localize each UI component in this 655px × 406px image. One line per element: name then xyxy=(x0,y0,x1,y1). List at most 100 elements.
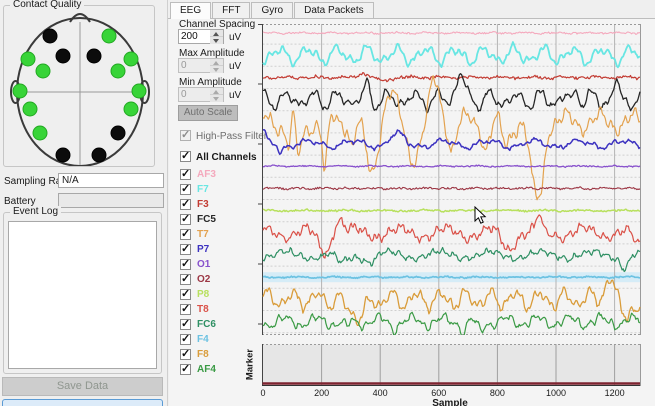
channel-label-o2: O2 xyxy=(197,274,210,285)
up-arrow-icon xyxy=(213,61,219,65)
spin-down-button[interactable] xyxy=(210,37,223,44)
checkmark-icon: ✓ xyxy=(181,287,190,300)
sensor-drl xyxy=(124,102,138,116)
max-amplitude-input[interactable] xyxy=(179,59,211,72)
eeg-trace-f8 xyxy=(263,280,640,325)
all-channels-checkbox[interactable]: ✓ xyxy=(180,151,191,162)
up-arrow-icon xyxy=(213,90,219,94)
channel-checkbox-f4[interactable]: ✓ xyxy=(180,334,191,345)
sensor-af4 xyxy=(102,29,116,43)
checkmark-icon: ✓ xyxy=(181,197,190,210)
spin-up-button[interactable] xyxy=(210,88,223,95)
checkmark-icon: ✓ xyxy=(181,317,190,330)
event-log-title: Event Log xyxy=(10,206,61,217)
eeg-trace-f7 xyxy=(263,42,640,67)
spin-down-button[interactable] xyxy=(210,66,223,73)
sensor-t8 xyxy=(132,84,146,98)
checkmark-icon: ✓ xyxy=(181,257,190,270)
checkmark-icon: ✓ xyxy=(181,212,190,225)
sensor-cms xyxy=(23,102,37,116)
spin-up-button[interactable] xyxy=(210,30,223,37)
auto-scale-button[interactable]: Auto Scale xyxy=(178,105,238,121)
down-arrow-icon xyxy=(213,68,219,72)
tab-fft[interactable]: FFT xyxy=(212,2,250,18)
x-tick-1200: 1200 xyxy=(605,388,625,398)
x-tick-400: 400 xyxy=(373,388,388,398)
sensor-t7 xyxy=(13,84,27,98)
tab-data-packets[interactable]: Data Packets xyxy=(294,2,373,18)
contact-quality-groupbox: Contact Quality xyxy=(3,5,155,167)
sensor-f4 xyxy=(87,49,101,63)
eeg-trace-t7 xyxy=(263,76,640,200)
checkmark-icon: ✓ xyxy=(181,149,190,162)
high-pass-filter-label: High-Pass Filter xyxy=(196,131,267,142)
down-arrow-icon xyxy=(213,39,219,43)
x-tick-200: 200 xyxy=(314,388,329,398)
channel-checkbox-o1[interactable]: ✓ xyxy=(180,259,191,270)
channel-checkbox-f3[interactable]: ✓ xyxy=(180,199,191,210)
channel-label-f7: F7 xyxy=(197,184,209,195)
checkmark-icon: ✓ xyxy=(181,242,190,255)
checkmark-icon: ✓ xyxy=(181,167,190,180)
channel-checkbox-p7[interactable]: ✓ xyxy=(180,244,191,255)
eeg-trace-fc6 xyxy=(263,248,640,272)
channel-checkbox-fc6[interactable]: ✓ xyxy=(180,319,191,330)
channel-label-t8: T8 xyxy=(197,304,209,315)
marker-axis-label: Marker xyxy=(245,343,256,387)
channel-label-fc5: FC5 xyxy=(197,214,216,225)
channel-label-f8: F8 xyxy=(197,349,209,360)
down-arrow-icon xyxy=(213,97,219,101)
channel-checkbox-o2[interactable]: ✓ xyxy=(180,274,191,285)
channel-label-fc6: FC6 xyxy=(197,319,216,330)
spinner-arrows xyxy=(210,88,223,101)
channel-checkbox-f8[interactable]: ✓ xyxy=(180,349,191,360)
x-tick-1000: 1000 xyxy=(546,388,566,398)
high-pass-filter-checkbox[interactable]: ✓ xyxy=(180,130,191,141)
marker-plot xyxy=(258,344,642,388)
sensor-o2 xyxy=(92,148,106,162)
min-amplitude-input[interactable] xyxy=(179,88,211,101)
eeg-trace-f3 xyxy=(263,73,640,82)
checkmark-icon: ✓ xyxy=(181,272,190,285)
sampling-rate-field[interactable] xyxy=(58,173,164,188)
checkmark-icon: ✓ xyxy=(181,332,190,345)
bottom-partial-button[interactable] xyxy=(2,399,163,406)
channel-checkbox-af3[interactable]: ✓ xyxy=(180,169,191,180)
spinner-arrows xyxy=(210,30,223,43)
channel-label-o1: O1 xyxy=(197,259,210,270)
event-log-list[interactable] xyxy=(8,221,157,369)
checkmark-icon: ✓ xyxy=(181,347,190,360)
tab-gyro[interactable]: Gyro xyxy=(251,2,293,18)
channel-checkbox-t8[interactable]: ✓ xyxy=(180,304,191,315)
checkmark-icon: ✓ xyxy=(181,182,190,195)
spin-down-button[interactable] xyxy=(210,95,223,102)
checkmark-icon: ✓ xyxy=(181,302,190,315)
left-panel: Contact Quality Sampling Rate Battery Ev… xyxy=(0,0,168,406)
channel-spacing-spinner[interactable] xyxy=(178,29,224,44)
x-tick-800: 800 xyxy=(490,388,505,398)
min-amplitude-unit: uV xyxy=(229,90,241,101)
battery-field[interactable] xyxy=(58,193,164,208)
eeg-trace-af4 xyxy=(263,312,640,335)
channel-spacing-input[interactable] xyxy=(179,30,211,43)
mouse-cursor xyxy=(474,206,487,225)
x-axis-title: Sample xyxy=(258,398,642,406)
tab-bar: EEGFFTGyroData Packets xyxy=(170,2,375,18)
min-amplitude-spinner[interactable] xyxy=(178,87,224,102)
channel-checkbox-f7[interactable]: ✓ xyxy=(180,184,191,195)
sensor-p8 xyxy=(111,126,125,140)
eeg-trace-af3 xyxy=(263,32,640,35)
max-amplitude-spinner[interactable] xyxy=(178,58,224,73)
save-data-button[interactable]: Save Data xyxy=(2,377,163,396)
channel-checkbox-t7[interactable]: ✓ xyxy=(180,229,191,240)
spin-up-button[interactable] xyxy=(210,59,223,66)
channel-checkbox-af4[interactable]: ✓ xyxy=(180,364,191,375)
sensor-p7 xyxy=(33,126,47,140)
checkmark-icon: ✓ xyxy=(181,362,190,375)
tab-eeg[interactable]: EEG xyxy=(170,2,211,19)
channel-checkbox-p8[interactable]: ✓ xyxy=(180,289,191,300)
channel-checkbox-fc5[interactable]: ✓ xyxy=(180,214,191,225)
eeg-trace-o2 xyxy=(263,187,640,190)
channel-label-f4: F4 xyxy=(197,334,209,345)
channel-label-p8: P8 xyxy=(197,289,209,300)
